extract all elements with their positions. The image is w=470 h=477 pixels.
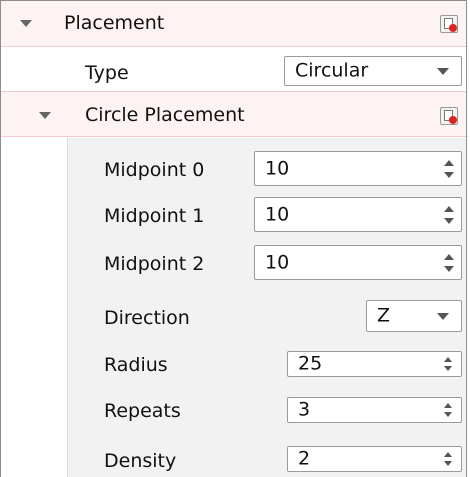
- repeats-spinbox[interactable]: 3: [287, 397, 462, 423]
- spinner-arrows-icon[interactable]: [439, 398, 461, 422]
- midpoint-2-value: 10: [265, 251, 290, 273]
- density-row: Density 2: [1, 433, 466, 477]
- midpoint-0-spinbox[interactable]: 10: [254, 151, 462, 186]
- reset-icon[interactable]: [440, 107, 458, 125]
- midpoint-2-label: Midpoint 2: [104, 253, 205, 275]
- density-value: 2: [298, 447, 311, 470]
- spinner-arrows-icon[interactable]: [439, 246, 461, 279]
- chevron-down-icon: [437, 313, 449, 320]
- placement-label: Placement: [64, 12, 165, 34]
- placement-section-header[interactable]: Placement: [1, 1, 466, 47]
- repeats-label: Repeats: [104, 400, 181, 422]
- property-panel: Placement Type Circular Circle Placement…: [0, 0, 467, 477]
- spinner-arrows-icon[interactable]: [439, 447, 461, 471]
- circle-placement-section-header[interactable]: Circle Placement: [1, 91, 466, 137]
- radius-row: Radius 25: [1, 341, 466, 385]
- direction-dropdown[interactable]: Z: [366, 300, 462, 332]
- midpoint-2-row: Midpoint 2 10: [1, 237, 466, 283]
- collapse-arrow-icon[interactable]: [39, 112, 51, 119]
- direction-value: Z: [377, 304, 391, 327]
- midpoint-1-row: Midpoint 1 10: [1, 191, 466, 237]
- midpoint-1-value: 10: [265, 203, 290, 225]
- type-row: Type Circular: [1, 47, 466, 91]
- collapse-arrow-icon[interactable]: [20, 20, 32, 27]
- density-label: Density: [104, 450, 177, 472]
- radius-spinbox[interactable]: 25: [287, 351, 462, 377]
- repeats-value: 3: [298, 398, 311, 421]
- midpoint-0-value: 10: [265, 157, 290, 179]
- direction-row: Direction Z: [1, 293, 466, 339]
- density-spinbox[interactable]: 2: [287, 446, 462, 472]
- midpoint-0-label: Midpoint 0: [104, 159, 205, 181]
- chevron-down-icon: [437, 68, 449, 75]
- midpoint-2-spinbox[interactable]: 10: [254, 245, 462, 280]
- circle-placement-label: Circle Placement: [85, 104, 245, 126]
- type-dropdown[interactable]: Circular: [284, 56, 462, 86]
- type-value: Circular: [295, 59, 369, 82]
- radius-value: 25: [298, 352, 323, 375]
- spinner-arrows-icon[interactable]: [439, 198, 461, 231]
- repeats-row: Repeats 3: [1, 387, 466, 431]
- midpoint-0-row: Midpoint 0 10: [1, 145, 466, 191]
- type-label: Type: [85, 62, 129, 84]
- radius-label: Radius: [104, 354, 168, 376]
- midpoint-1-label: Midpoint 1: [104, 205, 205, 227]
- direction-label: Direction: [104, 307, 190, 329]
- spinner-arrows-icon[interactable]: [439, 152, 461, 185]
- spinner-arrows-icon[interactable]: [439, 352, 461, 376]
- midpoint-1-spinbox[interactable]: 10: [254, 197, 462, 232]
- reset-icon[interactable]: [440, 15, 458, 33]
